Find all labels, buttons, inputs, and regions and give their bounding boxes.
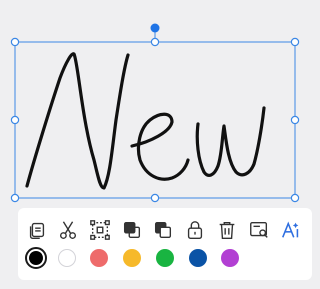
color-swatch-black-fill (29, 251, 43, 265)
select-area-icon (90, 220, 110, 240)
bring-forward-icon (123, 221, 141, 239)
delete-button[interactable] (215, 218, 239, 242)
search-text-button[interactable] (247, 218, 271, 242)
handle-left (10, 115, 20, 125)
copy-button[interactable] (25, 218, 49, 242)
search-text-icon (250, 221, 268, 238)
selection-box (14, 41, 296, 199)
color-swatch-black[interactable] (25, 247, 47, 269)
handle-top-right (290, 37, 300, 47)
handle-bottom-right (290, 193, 300, 203)
lock-icon (187, 221, 203, 239)
handwriting-new[interactable] (25, 52, 266, 190)
color-swatch-white[interactable] (58, 249, 76, 267)
handle-bottom (150, 193, 160, 203)
trash-icon (219, 221, 235, 239)
bring-forward-button[interactable] (120, 218, 144, 242)
handle-top-left (10, 37, 20, 47)
lock-button[interactable] (183, 218, 207, 242)
send-backward-icon (154, 221, 172, 239)
selection-toolbar (18, 208, 312, 280)
scissors-icon (59, 221, 77, 239)
send-backward-button[interactable] (151, 218, 175, 242)
color-swatch-green[interactable] (156, 249, 174, 267)
color-swatch-purple[interactable] (221, 249, 239, 267)
handle-bottom-left (10, 193, 20, 203)
copy-icon (29, 222, 45, 239)
color-swatch-yellow[interactable] (123, 249, 141, 267)
rotate-handle[interactable] (150, 23, 160, 33)
color-swatch-red[interactable] (90, 249, 108, 267)
handle-top (150, 37, 160, 47)
cut-button[interactable] (56, 218, 80, 242)
ai-text-icon (282, 221, 299, 238)
color-swatch-blue[interactable] (189, 249, 207, 267)
select-area-button[interactable] (88, 218, 112, 242)
handle-right (290, 115, 300, 125)
ai-text-button[interactable] (279, 218, 303, 242)
